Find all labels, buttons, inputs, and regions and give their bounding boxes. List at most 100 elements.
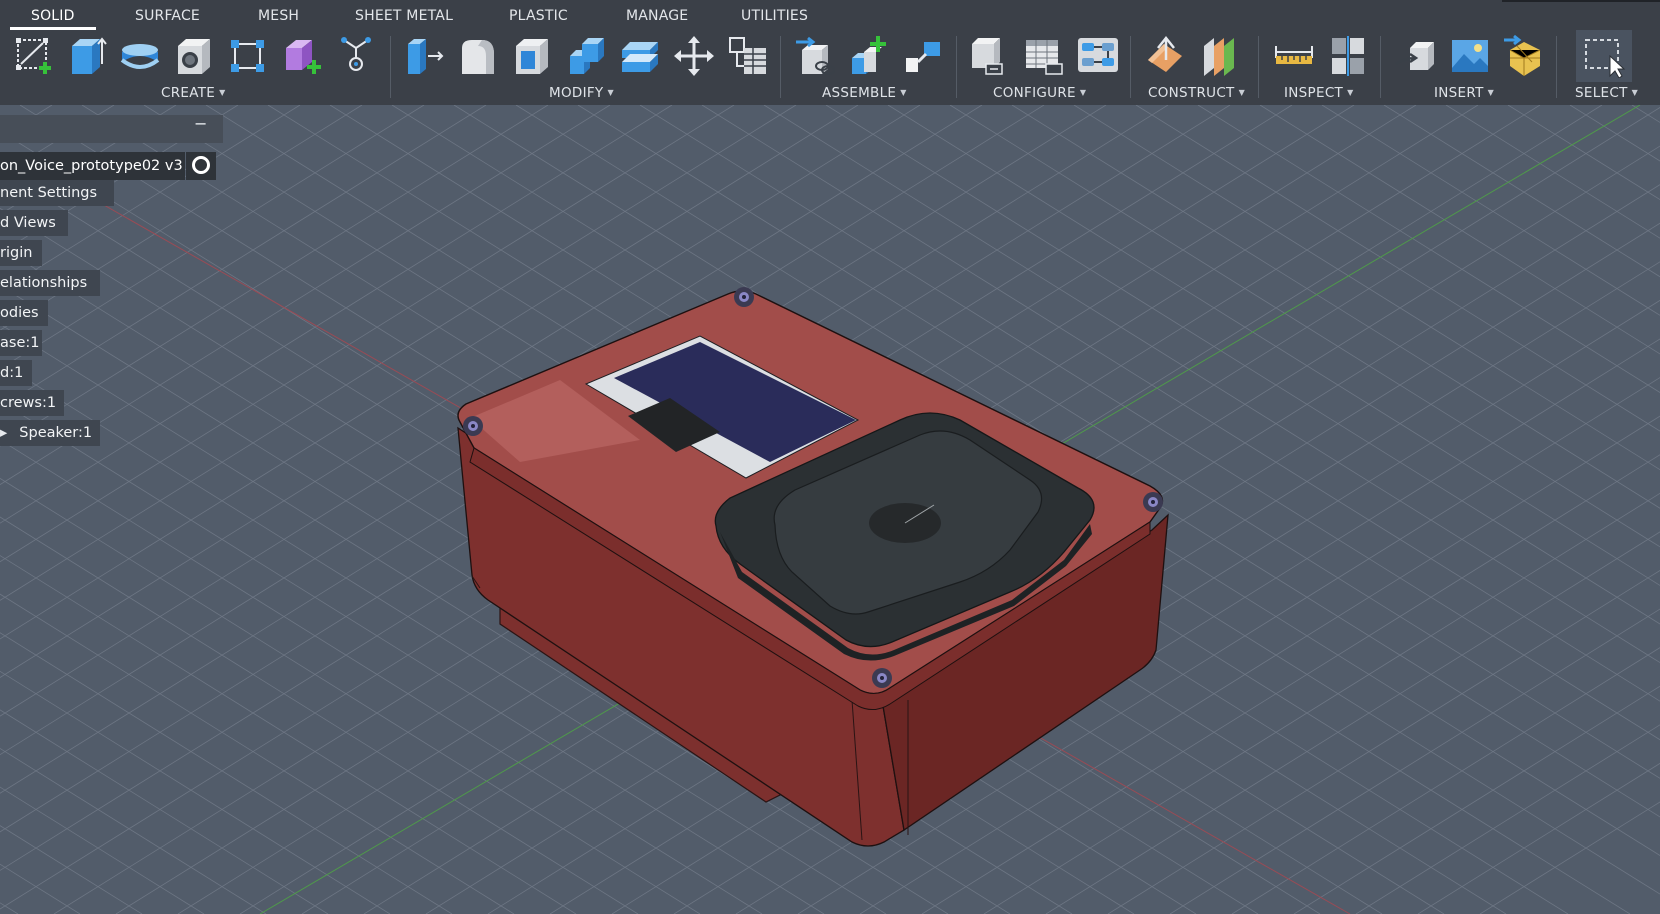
screw bbox=[734, 287, 754, 307]
configure-icon[interactable] bbox=[966, 34, 1010, 78]
grid-line bbox=[1293, 685, 1660, 914]
combine-icon[interactable] bbox=[564, 34, 608, 78]
grid-line bbox=[1631, 105, 1660, 123]
browser-item-case[interactable]: ase:1 bbox=[0, 330, 42, 356]
browser-item-speaker[interactable]: ▸ Speaker:1 bbox=[0, 420, 100, 446]
insert-menu[interactable]: INSERT ▼ bbox=[1434, 85, 1494, 101]
insert-label: INSERT bbox=[1434, 85, 1484, 101]
scene-canvas[interactable] bbox=[0, 105, 1660, 914]
tab-plastic[interactable]: PLASTIC bbox=[509, 8, 568, 24]
browser-item-named-views[interactable]: d Views bbox=[0, 210, 68, 236]
grid-line bbox=[1169, 608, 1660, 914]
measure-icon[interactable] bbox=[1272, 34, 1316, 78]
theme-table-icon[interactable] bbox=[1076, 34, 1120, 78]
chevron-down-icon: ▼ bbox=[900, 88, 907, 97]
create-menu[interactable]: CREATE ▼ bbox=[161, 85, 226, 101]
tab-surface[interactable]: SURFACE bbox=[135, 8, 200, 24]
chevron-down-icon: ▼ bbox=[1631, 88, 1639, 97]
tab-solid[interactable]: SOLID bbox=[31, 8, 75, 24]
shell-icon[interactable] bbox=[510, 34, 554, 78]
grid-line bbox=[1445, 105, 1660, 239]
offset-face-icon[interactable] bbox=[618, 34, 662, 78]
decal-icon[interactable] bbox=[1448, 34, 1492, 78]
parameters-icon[interactable] bbox=[726, 34, 770, 78]
select-menu[interactable]: SELECT ▼ bbox=[1575, 85, 1638, 101]
section-analysis-icon[interactable] bbox=[1326, 34, 1370, 78]
offset-plane-icon[interactable] bbox=[1144, 34, 1188, 78]
configuration-table-icon[interactable] bbox=[1022, 34, 1066, 78]
chevron-down-icon: ▼ bbox=[607, 88, 614, 97]
browser-item-document-settings[interactable]: nent Settings bbox=[0, 180, 114, 206]
press-pull-icon[interactable] bbox=[402, 34, 446, 78]
configure-menu[interactable]: CONFIGURE ▼ bbox=[993, 85, 1086, 101]
tab-utilities[interactable]: UTILITIES bbox=[741, 8, 808, 24]
grid-line bbox=[1107, 570, 1660, 914]
browser-item-origin[interactable]: rigin bbox=[0, 240, 42, 266]
joint-icon[interactable] bbox=[794, 34, 838, 78]
browser-item-label: nent Settings bbox=[0, 185, 98, 201]
construct-label: CONSTRUCT bbox=[1148, 85, 1235, 101]
new-component-icon[interactable] bbox=[280, 34, 324, 78]
expand-arrow-icon[interactable]: ▸ bbox=[0, 425, 7, 441]
document-name: on_Voice_prototype02 v3 bbox=[0, 158, 183, 174]
tab-sheet-metal[interactable]: SHEET METAL bbox=[355, 8, 453, 24]
new-sketch-icon[interactable] bbox=[12, 34, 56, 78]
midplane-icon[interactable] bbox=[1198, 34, 1242, 78]
toolbar: SOLID SURFACE MESH SHEET METAL PLASTIC M… bbox=[0, 0, 1660, 105]
insert-derive-icon[interactable] bbox=[1394, 34, 1438, 78]
3d-viewport[interactable] bbox=[0, 105, 1660, 914]
create-form-icon[interactable] bbox=[334, 34, 378, 78]
pattern-icon[interactable] bbox=[226, 34, 270, 78]
browser-panel-header[interactable] bbox=[0, 115, 223, 143]
revolve-icon[interactable] bbox=[118, 34, 162, 78]
browser-item-screws[interactable]: crews:1 bbox=[0, 390, 64, 416]
grid-line bbox=[1231, 647, 1660, 914]
divider bbox=[1380, 36, 1381, 98]
modify-label: MODIFY bbox=[549, 85, 604, 101]
chevron-down-icon: ▼ bbox=[1347, 88, 1354, 97]
move-icon[interactable] bbox=[672, 34, 716, 78]
browser-item-label: crews:1 bbox=[0, 395, 57, 411]
create-label: CREATE bbox=[161, 85, 216, 101]
tab-manage[interactable]: MANAGE bbox=[626, 8, 688, 24]
chevron-down-icon: ▼ bbox=[1487, 88, 1495, 97]
new-component-assemble-icon[interactable] bbox=[848, 34, 892, 78]
grid-line bbox=[1135, 105, 1660, 432]
divider bbox=[1130, 36, 1131, 98]
enclosure-model[interactable] bbox=[457, 287, 1169, 847]
browser-item-label: Speaker:1 bbox=[19, 425, 93, 441]
tab-mesh[interactable]: MESH bbox=[258, 8, 299, 24]
divider bbox=[1258, 36, 1259, 98]
grid-line bbox=[1479, 801, 1660, 914]
browser-item-label: odies bbox=[0, 305, 39, 321]
browser-root-document[interactable]: on_Voice_prototype02 v3 bbox=[0, 152, 185, 180]
chevron-down-icon: ▼ bbox=[219, 88, 226, 97]
fillet-icon[interactable] bbox=[456, 34, 500, 78]
as-built-joint-icon[interactable] bbox=[902, 34, 946, 78]
inspect-menu[interactable]: INSPECT ▼ bbox=[1284, 85, 1354, 101]
screw bbox=[872, 668, 892, 688]
chevron-down-icon: ▼ bbox=[1079, 88, 1087, 97]
grid-line bbox=[1569, 105, 1660, 162]
activate-radio-icon[interactable] bbox=[192, 156, 210, 174]
browser-item-lid[interactable]: d:1 bbox=[0, 360, 32, 386]
select-window-icon[interactable] bbox=[1582, 34, 1626, 78]
browser-item-label: d Views bbox=[0, 215, 56, 231]
extrude-icon[interactable] bbox=[64, 34, 108, 78]
inspect-label: INSPECT bbox=[1284, 85, 1344, 101]
browser-item-label: rigin bbox=[0, 245, 33, 261]
active-tab-indicator bbox=[10, 27, 96, 30]
hole-icon[interactable] bbox=[172, 34, 216, 78]
modify-menu[interactable]: MODIFY ▼ bbox=[549, 85, 614, 101]
browser-item-label: d:1 bbox=[0, 365, 24, 381]
configure-label: CONFIGURE bbox=[993, 85, 1076, 101]
divider bbox=[1556, 36, 1557, 98]
assemble-menu[interactable]: ASSEMBLE ▼ bbox=[822, 85, 907, 101]
chevron-down-icon: ▼ bbox=[1238, 88, 1246, 97]
insert-mesh-icon[interactable] bbox=[1502, 34, 1546, 78]
grid-line bbox=[1197, 105, 1660, 393]
construct-menu[interactable]: CONSTRUCT ▼ bbox=[1148, 85, 1245, 101]
browser-item-bodies[interactable]: odies bbox=[0, 300, 48, 326]
browser-item-relationships[interactable]: elationships bbox=[0, 270, 100, 296]
minimize-icon[interactable]: − bbox=[194, 114, 207, 133]
